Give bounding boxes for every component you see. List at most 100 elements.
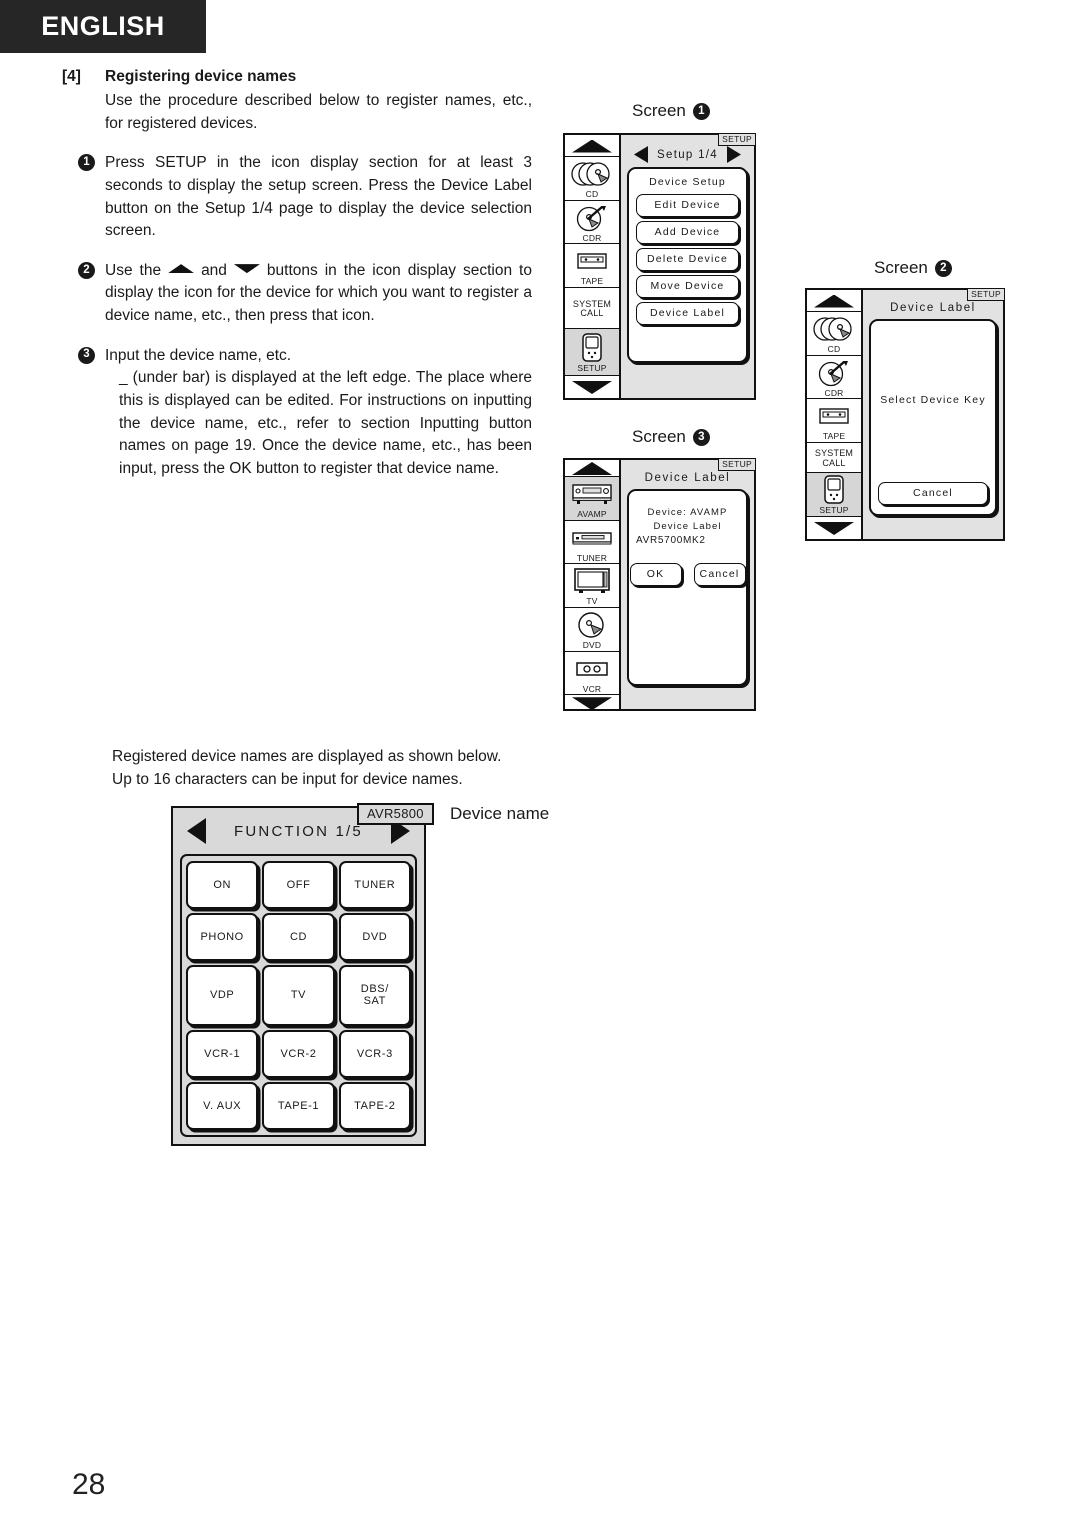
function-button-off[interactable]: OFF: [262, 861, 335, 910]
tape-icon: [575, 246, 609, 276]
step-2-text-middle: and: [201, 261, 227, 279]
scroll-down-button[interactable]: [565, 376, 619, 398]
avamp-icon: [570, 479, 614, 509]
function-button-phono[interactable]: PHONO: [186, 913, 259, 962]
function-button-dbs-sat[interactable]: DBS/ SAT: [338, 965, 411, 1026]
function-button-dvd[interactable]: DVD: [338, 913, 411, 962]
button-add-device[interactable]: Add Device: [636, 221, 739, 244]
section-heading: [4] Registering device names: [62, 68, 532, 86]
icon-cd-label: CD: [585, 189, 599, 199]
function-grid-frame: ON OFF TUNER PHONO CD DVD VDP TV DBS/ SA…: [180, 854, 417, 1137]
icon-avamp[interactable]: AVAMP: [565, 477, 619, 521]
screen-2-icon-column: CD CDR TAPE SYSTEM CALL SETUP: [805, 288, 863, 541]
instruction-text-column: [4] Registering device names Use the pro…: [62, 68, 532, 480]
page-number: 28: [72, 1468, 106, 1501]
icon-tv[interactable]: TV: [565, 564, 619, 608]
screen-1-lcd: CD CDR TAPE SYSTEM CALL SETUP SETUP Setu…: [563, 133, 756, 400]
function-pager-label: FUNCTION 1/5: [234, 822, 363, 840]
screen-1-caption-bullet: 1: [692, 102, 710, 120]
icon-dvd[interactable]: DVD: [565, 608, 619, 652]
cdr-icon: [575, 203, 609, 233]
screen-1-pager-label: Setup 1/4: [657, 148, 718, 161]
section-number: [4]: [62, 68, 81, 85]
screen-2-message: Select Device Key: [880, 393, 986, 406]
screen-1-caption: Screen 1: [632, 101, 710, 121]
screen-3-dialog: Device: AVAMP Device Label AVR5700MK2 OK…: [627, 489, 748, 686]
scroll-down-button[interactable]: [565, 695, 619, 711]
scroll-up-button[interactable]: [565, 460, 619, 477]
icon-cd[interactable]: CD: [807, 312, 861, 356]
function-panel: FUNCTION 1/5 ON OFF TUNER PHONO CD DVD V…: [171, 806, 426, 1146]
button-edit-device[interactable]: Edit Device: [636, 194, 739, 217]
function-button-vdp[interactable]: VDP: [186, 965, 259, 1026]
function-button-tape-2[interactable]: TAPE-2: [338, 1081, 411, 1130]
icon-cdr-label: CDR: [824, 387, 844, 398]
section-intro: Use the procedure described below to reg…: [105, 92, 532, 132]
function-button-tape-1[interactable]: TAPE-1: [262, 1081, 335, 1130]
scroll-down-button[interactable]: [807, 517, 861, 539]
screen-1-icon-column: CD CDR TAPE SYSTEM CALL SETUP: [563, 133, 621, 400]
icon-cdr[interactable]: CDR: [565, 201, 619, 245]
screen-3-lcd: AVAMP TUNER TV DVD VCR SETUP Device Labe…: [563, 458, 756, 711]
button-delete-device[interactable]: Delete Device: [636, 248, 739, 271]
screen-1-body: SETUP Setup 1/4 Device Setup Edit Device…: [621, 133, 756, 400]
page-prev-icon[interactable]: [634, 146, 649, 163]
icon-tape[interactable]: TAPE: [565, 244, 619, 288]
step-2-text-before: Use the: [105, 261, 162, 279]
function-grid: ON OFF TUNER PHONO CD DVD VDP TV DBS/ SA…: [186, 861, 411, 1130]
up-arrow-icon: [814, 294, 854, 308]
icon-tuner[interactable]: TUNER: [565, 521, 619, 565]
step-2-text-after: buttons in the icon display section to d…: [105, 261, 532, 324]
ok-button[interactable]: OK: [629, 563, 682, 586]
remote-icon: [822, 475, 846, 505]
function-button-vcr-2[interactable]: VCR-2: [262, 1029, 335, 1078]
icon-system-call[interactable]: SYSTEM CALL: [807, 443, 861, 474]
cancel-button[interactable]: Cancel: [878, 482, 988, 505]
icon-cdr[interactable]: CDR: [807, 356, 861, 400]
screen-3-caption-label: Screen: [632, 427, 686, 446]
icon-vcr[interactable]: VCR: [565, 652, 619, 696]
function-button-cd[interactable]: CD: [262, 913, 335, 962]
button-device-label[interactable]: Device Label: [636, 302, 739, 325]
icon-setup[interactable]: SETUP: [565, 329, 619, 376]
vcr-icon: [573, 654, 611, 684]
dvd-icon: [575, 610, 609, 640]
tape-icon: [817, 401, 851, 431]
screen-3-caption-bullet: 3: [692, 428, 710, 446]
screen-2-caption-bullet: 2: [934, 259, 952, 277]
up-arrow-icon: [168, 264, 195, 274]
language-banner-label: ENGLISH: [41, 11, 165, 41]
tuner-icon: [570, 523, 614, 553]
scroll-up-button[interactable]: [565, 135, 619, 157]
icon-setup[interactable]: SETUP: [807, 473, 861, 517]
function-button-v-aux[interactable]: V. AUX: [186, 1081, 259, 1130]
function-button-vcr-3[interactable]: VCR-3: [338, 1029, 411, 1078]
step-1-text: Press SETUP in the icon display section …: [105, 154, 532, 240]
page-prev-icon[interactable]: [187, 818, 207, 844]
screen-3-icon-column: AVAMP TUNER TV DVD VCR: [563, 458, 621, 711]
registered-names-note-line1: Registered device names are displayed as…: [112, 748, 502, 765]
page-next-icon[interactable]: [726, 146, 741, 163]
button-move-device[interactable]: Move Device: [636, 275, 739, 298]
screen-2-lcd: CD CDR TAPE SYSTEM CALL SETUP SETUP Devi…: [805, 288, 1005, 541]
scroll-up-button[interactable]: [807, 290, 861, 312]
up-arrow-icon: [572, 462, 612, 475]
cdr-icon: [817, 358, 851, 388]
icon-system-call[interactable]: SYSTEM CALL: [565, 288, 619, 330]
function-button-on[interactable]: ON: [186, 861, 259, 910]
tv-icon: [572, 566, 612, 596]
icon-tape[interactable]: TAPE: [807, 399, 861, 443]
setup-tag: SETUP: [718, 458, 756, 471]
icon-cd-label: CD: [827, 344, 841, 354]
dialog-value-line: AVR5700MK2: [636, 535, 706, 546]
language-banner: ENGLISH: [0, 0, 206, 53]
function-button-vcr-1[interactable]: VCR-1: [186, 1029, 259, 1078]
step-3: 3 Input the device name, etc. _ (under b…: [62, 345, 532, 481]
cancel-button[interactable]: Cancel: [693, 563, 746, 586]
setup-tag: SETUP: [718, 133, 756, 146]
icon-cd[interactable]: CD: [565, 157, 619, 201]
function-button-tuner[interactable]: TUNER: [338, 861, 411, 910]
function-button-tv[interactable]: TV: [262, 965, 335, 1026]
step-2: 2 Use the and buttons in the icon displa…: [62, 260, 532, 328]
down-arrow-icon: [233, 264, 260, 274]
